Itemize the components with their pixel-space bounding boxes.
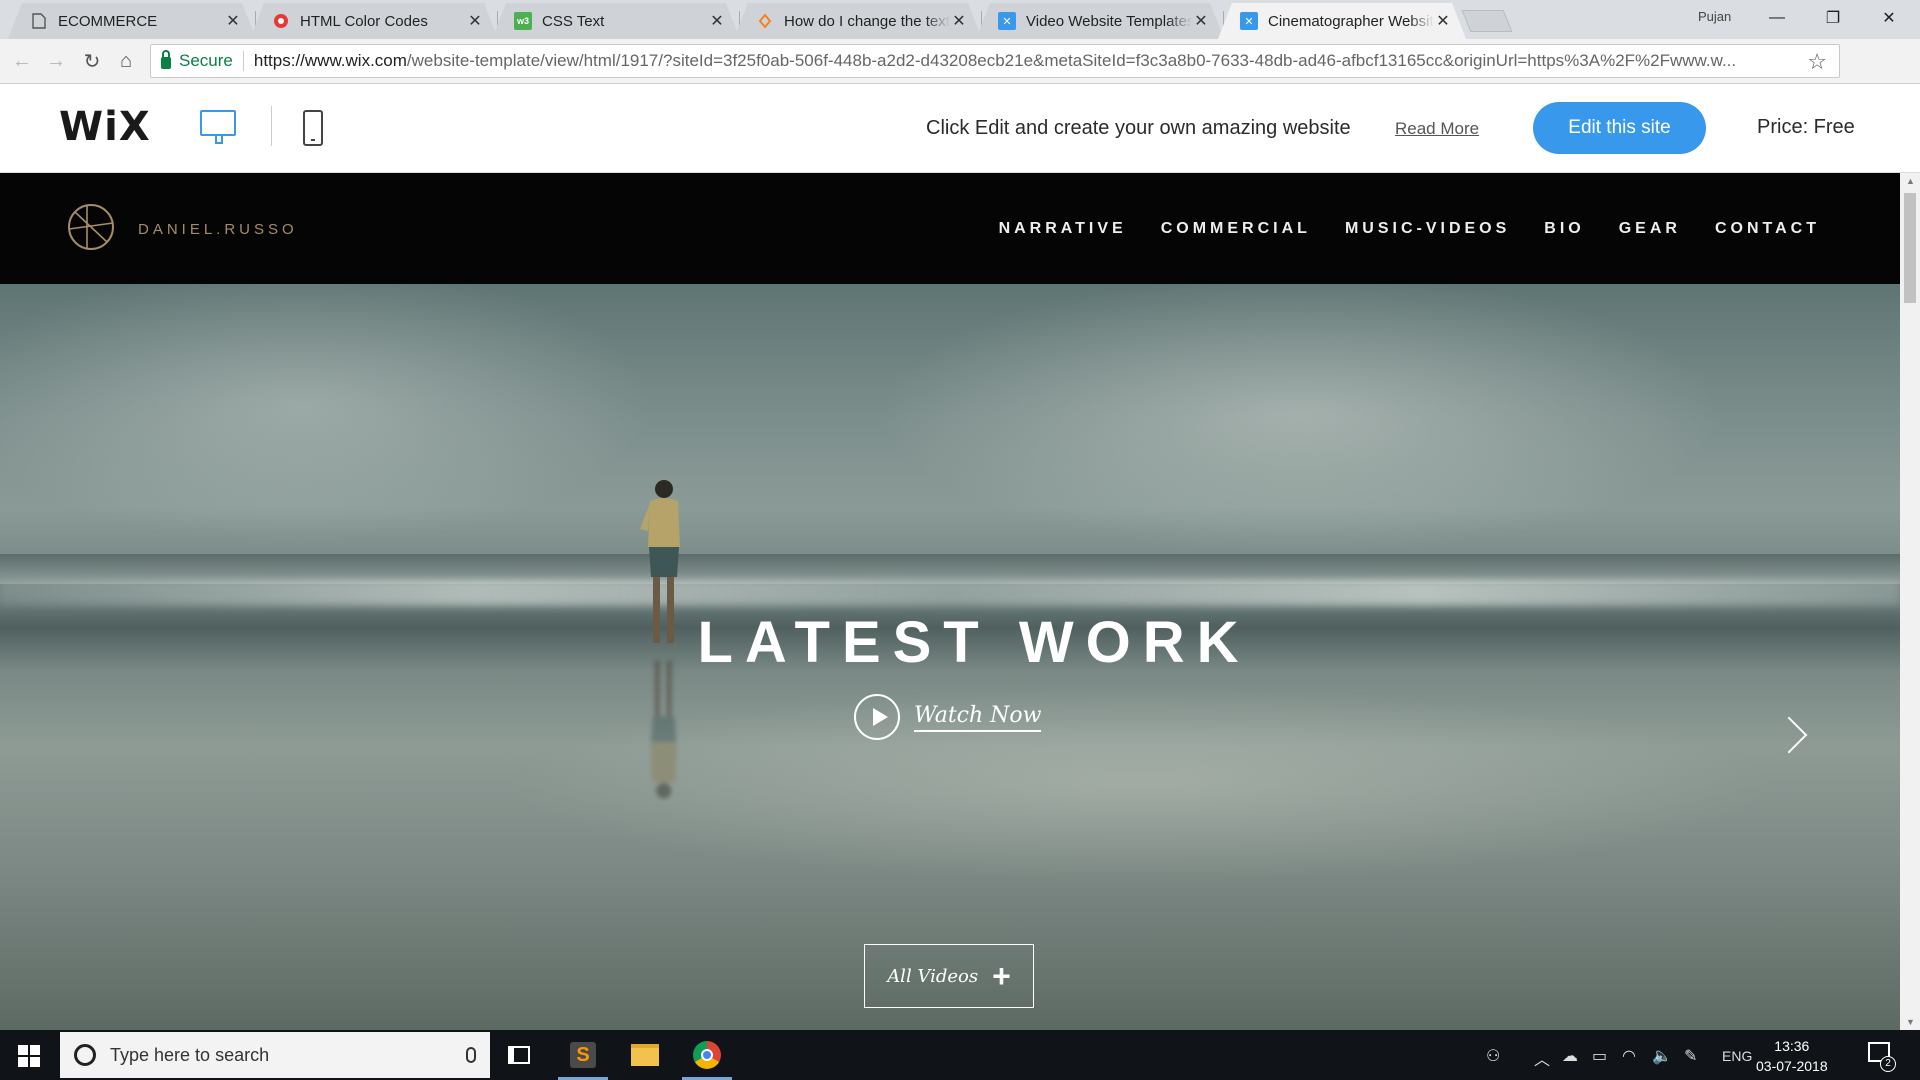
watch-now-label[interactable]: Watch Now	[914, 703, 1042, 732]
restore-icon[interactable]: ❐	[1810, 0, 1856, 36]
window-close-icon[interactable]: ✕	[1866, 0, 1912, 36]
watch-now-button[interactable]: Watch Now	[854, 694, 1042, 740]
menu-item-music-videos[interactable]: MUSIC-VIDEOS	[1345, 220, 1510, 238]
url-host: https://www.wix.com	[253, 51, 407, 70]
windows-start-icon[interactable]	[18, 1045, 40, 1067]
language-indicator[interactable]: ENG	[1722, 1048, 1752, 1064]
close-icon[interactable]: ✕	[224, 11, 242, 31]
browser-tab[interactable]: w3 CSS Text ✕	[492, 3, 740, 39]
menu-item-narrative[interactable]: NARRATIVE	[999, 220, 1127, 238]
volume-icon[interactable]: 🔈	[1652, 1046, 1672, 1066]
network-icon[interactable]: ◠	[1622, 1046, 1636, 1066]
edit-this-site-button[interactable]: Edit this site	[1533, 102, 1706, 154]
taskbar-search[interactable]: Type here to search	[60, 1032, 490, 1078]
chrome-icon[interactable]	[678, 1030, 736, 1080]
show-hidden-icons[interactable]: ︿	[1534, 1046, 1550, 1070]
notification-count-badge: 2	[1880, 1056, 1896, 1072]
profile-name[interactable]: Pujan	[1698, 9, 1731, 24]
cortana-icon[interactable]	[74, 1044, 96, 1066]
scroll-down-icon[interactable]: ▼	[1906, 1017, 1915, 1027]
minimize-icon[interactable]: —	[1754, 0, 1800, 36]
play-icon[interactable]	[854, 694, 900, 740]
microphone-icon[interactable]	[466, 1047, 476, 1063]
bookmark-star-icon[interactable]: ☆	[1807, 49, 1827, 75]
file-explorer-icon[interactable]	[616, 1030, 674, 1080]
read-more-link[interactable]: Read More	[1395, 119, 1479, 139]
all-videos-button[interactable]: All Videos +	[864, 944, 1034, 1008]
browser-tab[interactable]: ECOMMERCE ✕	[8, 3, 256, 39]
lock-icon	[161, 50, 171, 69]
browser-tab[interactable]: How do I change the text ✕	[734, 3, 982, 39]
onedrive-icon[interactable]: ☁	[1562, 1046, 1578, 1066]
plus-icon: +	[992, 958, 1011, 994]
tab-title: CSS Text	[542, 12, 605, 30]
desktop-view-icon[interactable]	[200, 110, 236, 144]
close-icon[interactable]: ✕	[1434, 11, 1452, 31]
url-path: /website-template/view/html/1917/?siteId…	[406, 51, 1737, 70]
stackoverflow-icon	[756, 12, 774, 30]
wix-icon: ✕	[998, 12, 1016, 30]
promo-text: Click Edit and create your own amazing w…	[926, 117, 1351, 139]
browser-tab-strip: ECOMMERCE ✕ HTML Color Codes ✕ w3 CSS Te…	[0, 0, 1920, 39]
system-clock[interactable]: 13:36 03-07-2018	[1756, 1036, 1828, 1076]
menu-item-gear[interactable]: GEAR	[1619, 220, 1681, 238]
address-bar[interactable]: Secure https://www.wix.com/website-templ…	[150, 44, 1840, 78]
pen-icon[interactable]: ✎	[1684, 1046, 1697, 1066]
color-codes-icon	[272, 12, 290, 30]
tab-title: ECOMMERCE	[58, 12, 158, 30]
browser-tab[interactable]: ✕ Video Website Templates ✕	[976, 3, 1224, 39]
hero-title: LATEST WORK	[697, 610, 1251, 675]
wix-icon: ✕	[1240, 12, 1258, 30]
tab-title: HTML Color Codes	[300, 12, 428, 30]
brand-logo-icon[interactable]	[67, 203, 115, 251]
menu-item-contact[interactable]: CONTACT	[1715, 220, 1820, 238]
search-placeholder[interactable]: Type here to search	[110, 1045, 466, 1066]
people-icon[interactable]: ⚇	[1486, 1046, 1500, 1066]
page-scrollbar[interactable]: ▲ ▼	[1900, 173, 1920, 1030]
next-slide-arrow-icon[interactable]	[1770, 716, 1808, 754]
wix-preview-bar: WiX Click Edit and create your own amazi…	[0, 84, 1920, 173]
browser-tab[interactable]: HTML Color Codes ✕	[250, 3, 498, 39]
all-videos-label: All Videos	[887, 965, 979, 987]
forward-icon[interactable]: →	[44, 49, 68, 73]
back-icon[interactable]: ←	[10, 49, 34, 73]
wix-logo[interactable]: WiX	[59, 104, 151, 150]
hero-background-image: LATEST WORK Watch Now All Videos +	[0, 284, 1900, 1030]
tab-title: Cinematographer Website	[1268, 12, 1434, 30]
close-icon[interactable]: ✕	[708, 11, 726, 31]
battery-icon[interactable]: ▭	[1592, 1046, 1607, 1066]
browser-tab-active[interactable]: ✕ Cinematographer Website ✕	[1218, 3, 1466, 39]
mobile-view-icon[interactable]	[303, 110, 323, 146]
scrollbar-thumb[interactable]	[1904, 193, 1916, 303]
brand-name[interactable]: DANIEL.RUSSO	[138, 221, 298, 238]
clock-time: 13:36	[1774, 1038, 1810, 1054]
clock-date: 03-07-2018	[1756, 1058, 1828, 1074]
site-preview: DANIEL.RUSSO NARRATIVE COMMERCIAL MUSIC-…	[0, 173, 1900, 1030]
new-tab-button[interactable]	[1461, 10, 1513, 32]
browser-toolbar: ← → ↻ ⌂ Secure https://www.wix.com/websi…	[0, 39, 1920, 116]
close-icon[interactable]: ✕	[466, 11, 484, 31]
price-label: Price: Free	[1757, 116, 1855, 138]
close-icon[interactable]: ✕	[950, 11, 968, 31]
close-icon[interactable]: ✕	[1192, 11, 1210, 31]
url-text[interactable]: https://www.wix.com/website-template/vie…	[254, 51, 1839, 71]
menu-item-bio[interactable]: BIO	[1544, 220, 1584, 238]
tab-title: Video Website Templates	[1026, 12, 1192, 30]
scroll-up-icon[interactable]: ▲	[1906, 176, 1915, 186]
windows-taskbar: Type here to search S ⚇ ︿ ☁ ▭ ◠ 🔈 ✎ ENG …	[0, 1030, 1920, 1080]
site-menu: NARRATIVE COMMERCIAL MUSIC-VIDEOS BIO GE…	[999, 220, 1820, 238]
document-icon	[30, 12, 48, 30]
secure-label: Secure	[179, 51, 233, 70]
tab-title: How do I change the text	[784, 12, 950, 30]
menu-item-commercial[interactable]: COMMERCIAL	[1161, 220, 1311, 238]
reload-icon[interactable]: ↻	[80, 49, 104, 73]
sublime-text-icon[interactable]: S	[554, 1030, 612, 1080]
w3schools-icon: w3	[514, 12, 532, 30]
task-view-icon[interactable]	[490, 1030, 548, 1080]
home-icon[interactable]: ⌂	[114, 49, 138, 73]
site-header: DANIEL.RUSSO NARRATIVE COMMERCIAL MUSIC-…	[0, 173, 1900, 284]
